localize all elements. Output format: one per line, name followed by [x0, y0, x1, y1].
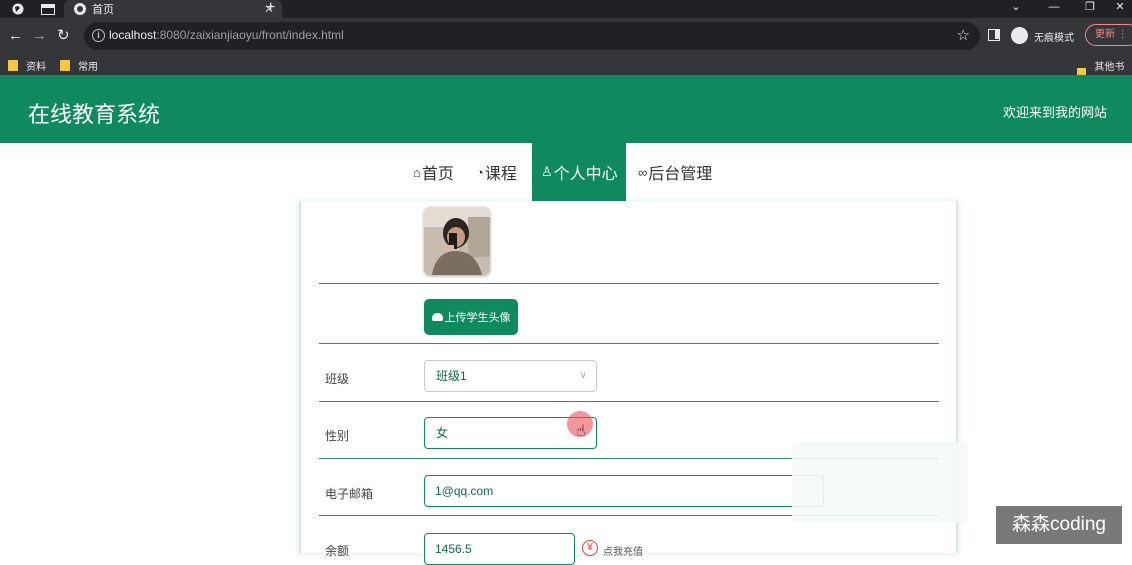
balance-field[interactable]: 1456.5 [424, 533, 575, 565]
incognito-icon[interactable] [1011, 27, 1028, 44]
watermark: 森森coding [996, 506, 1122, 544]
tab-strip-icon[interactable] [40, 2, 56, 16]
class-select[interactable]: 班级1 ∨ [424, 360, 597, 392]
bookmark-folder-0[interactable]: 资料 [8, 58, 46, 73]
main-nav: ⌂ 首页 ◔ 课程 ♙ 个人中心 ∞ 后台管理 [0, 143, 1132, 201]
hand-cursor-icon: ☝ [576, 423, 586, 440]
tab-favicon-icon [74, 3, 86, 15]
student-avatar [424, 207, 490, 275]
dashboard-icon: ◔ [476, 164, 484, 180]
site-info-icon[interactable]: i [92, 29, 105, 42]
address-bar[interactable]: i localhost:8080/zaixianjiaoyu/front/ind… [84, 22, 980, 50]
nav-item-courses[interactable]: ◔ 课程 [468, 143, 525, 201]
incognito-label[interactable]: 无痕模式 [1034, 29, 1074, 44]
globe-icon[interactable] [10, 2, 26, 16]
browser-tab-bar: 首页 ✕ + ⌄ — ❐ ✕ [0, 0, 1132, 18]
blurred-overlay [792, 442, 967, 522]
minimize-icon[interactable]: — [1034, 0, 1074, 14]
url-text[interactable]: localhost:8080/zaixianjiaoyu/front/index… [109, 28, 344, 42]
bookmark-star-icon[interactable]: ☆ [957, 26, 970, 44]
window-close-icon[interactable]: ✕ [1100, 0, 1132, 14]
welcome-text: 欢迎来到我的网站 [1002, 105, 1107, 120]
divider [319, 343, 939, 344]
yen-icon[interactable]: ¥ [582, 540, 598, 556]
chevron-down-icon: ∨ [579, 370, 587, 381]
home-icon: ⌂ [413, 164, 421, 180]
site-title: 在线教育系统 [28, 102, 161, 127]
upload-avatar-button[interactable]: 上传学生头像 [424, 299, 518, 335]
reload-icon[interactable]: ↻ [57, 27, 70, 45]
nav-item-home[interactable]: ⌂ 首页 [405, 143, 462, 201]
gender-label: 性别 [325, 429, 350, 443]
back-icon[interactable]: ← [8, 27, 23, 45]
class-label: 班级 [325, 372, 350, 386]
browser-tab-active[interactable]: 首页 ✕ [64, 0, 282, 18]
link-icon: ∞ [638, 164, 648, 180]
site-header: 在线教育系统 欢迎来到我的网站 [0, 75, 1132, 143]
recharge-link[interactable]: 点我充值 [603, 543, 643, 558]
update-button[interactable]: 更新 ⋮ [1085, 24, 1132, 46]
nav-item-admin[interactable]: ∞ 后台管理 [630, 143, 720, 201]
forward-icon[interactable]: → [32, 27, 47, 45]
folder-icon [8, 60, 18, 71]
divider [319, 283, 939, 284]
user-icon: ♙ [541, 164, 553, 179]
folder-icon [60, 60, 70, 71]
browser-toolbar: ← → ↻ i localhost:8080/zaixianjiaoyu/fro… [0, 18, 1132, 54]
nav-item-personal-center[interactable]: ♙ 个人中心 [532, 143, 626, 201]
bookmark-folder-1[interactable]: 常用 [60, 58, 98, 73]
chevron-down-icon[interactable]: ⌄ [996, 0, 1036, 14]
tab-title: 首页 [92, 4, 114, 16]
email-field[interactable]: 1@qq.com [424, 475, 824, 507]
email-label: 电子邮箱 [325, 487, 374, 501]
cloud-upload-icon [431, 313, 443, 321]
divider [319, 401, 939, 402]
side-panel-icon[interactable] [988, 29, 1000, 41]
bookmarks-bar: 资料 常用 其他书签 [0, 54, 1132, 88]
balance-label: 余额 [325, 544, 350, 558]
new-tab-icon[interactable]: + [266, 0, 275, 17]
